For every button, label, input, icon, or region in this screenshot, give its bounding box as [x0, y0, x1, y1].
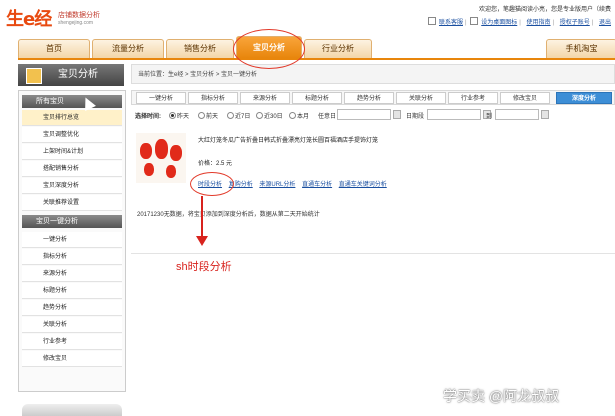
product-thumbnail[interactable]	[136, 133, 186, 183]
lantern-shape	[155, 139, 168, 159]
calendar-icon[interactable]	[541, 110, 549, 119]
site-logo[interactable]: 生e经 店铺数据分析 shengejing.com	[6, 3, 126, 33]
divider	[131, 253, 615, 254]
tab-one-click[interactable]: 一键分析	[136, 92, 186, 104]
sidebar-item-deep-analysis[interactable]: 宝贝深度分析	[22, 178, 122, 194]
arrow-down-icon	[196, 236, 208, 246]
sidebar-item-title[interactable]: 标题分析	[22, 283, 122, 299]
nav-tab-sales[interactable]: 销售分析	[166, 39, 234, 58]
radio-icon	[256, 112, 263, 119]
to-label: 到	[486, 114, 493, 120]
radio-7-days[interactable]: 近7日	[227, 111, 250, 120]
desktop-icon	[470, 17, 479, 25]
product-price: 价格：2.5 元	[198, 158, 232, 167]
calendar-icon[interactable]	[393, 110, 401, 119]
logo-url: shengejing.com	[58, 20, 94, 26]
date-range-label: 日期段	[406, 114, 425, 120]
annotation-arrow	[201, 196, 203, 238]
ztc-keyword-analysis-link[interactable]: 直通车关键词分析	[339, 182, 387, 188]
sidebar-item-edit-product[interactable]: 修改宝贝	[22, 351, 122, 367]
sidebar-item-one-click[interactable]: 一键分析	[22, 232, 122, 248]
radio-label: 本月	[297, 114, 310, 120]
date-from-input[interactable]	[427, 109, 481, 120]
sidebar-title: 宝贝分析	[58, 69, 98, 80]
price-label: 价格：	[198, 161, 217, 167]
nav-tab-industry[interactable]: 行业分析	[304, 39, 372, 58]
sidebar-item-recommend-settings[interactable]: 关联推荐设置	[22, 195, 122, 211]
radio-30-days[interactable]: 近30日	[256, 111, 283, 120]
analysis-tabs: 一键分析 指标分析 来源分析 标题分析 趋势分析 关联分析 行业参考 修改宝贝 …	[131, 90, 615, 105]
tab-industry-ref[interactable]: 行业参考	[448, 92, 498, 104]
annotation-circle	[233, 29, 305, 69]
time-filter-label: 选择时间:	[135, 114, 161, 120]
annotation-circle	[190, 172, 234, 196]
nav-tab-traffic[interactable]: 流量分析	[92, 39, 164, 58]
tab-source[interactable]: 来源分析	[240, 92, 290, 104]
sidebar-section-all-products[interactable]: 所有宝贝	[22, 95, 122, 108]
logout-link[interactable]: 退出	[599, 20, 611, 26]
logo-subtitle: 店铺数据分析	[58, 12, 100, 19]
nav-tab-home[interactable]: 首页	[18, 39, 90, 58]
radio-yesterday[interactable]: 昨天	[169, 111, 189, 120]
tab-trend[interactable]: 趋势分析	[344, 92, 394, 104]
tab-edit-product[interactable]: 修改宝贝	[500, 92, 550, 104]
nav-tab-mobile-taobao[interactable]: 手机淘宝	[546, 39, 615, 58]
sidebar-section-one-click[interactable]: 宝贝一键分析	[22, 215, 122, 228]
any-day-input[interactable]	[337, 109, 391, 120]
radio-label: 近7日	[235, 114, 251, 120]
sub-account-link[interactable]: 授权子账号	[560, 20, 590, 26]
contact-service-link[interactable]: 联系客服	[439, 20, 463, 26]
sidebar-item-optimize[interactable]: 宝贝调整优化	[22, 127, 122, 143]
product-icon	[26, 68, 42, 84]
top-links: 联系客服 | 设为桌面图标 | 使用指南 | 授权子账号 | 退出	[427, 17, 611, 26]
watermark: 学买卖 @阿龙叔叔	[443, 388, 560, 404]
sidebar-item-bundle-sales[interactable]: 搭配销售分析	[22, 161, 122, 177]
radio-label: 昨天	[177, 114, 190, 120]
tab-related[interactable]: 关联分析	[396, 92, 446, 104]
sidebar-item-industry-ref[interactable]: 行业参考	[22, 334, 122, 350]
radio-selected-icon	[169, 112, 176, 119]
desktop-shortcut-link[interactable]: 设为桌面图标	[481, 20, 517, 26]
sidebar-item-ranking-overview[interactable]: 宝贝排行总览	[22, 110, 122, 126]
radio-label: 前天	[206, 114, 219, 120]
service-icon	[427, 17, 436, 25]
sidebar-header: 宝贝分析	[18, 64, 124, 86]
radio-icon	[227, 112, 234, 119]
tab-title[interactable]: 标题分析	[292, 92, 342, 104]
sidebar-item-listing-time[interactable]: 上架时间&计划	[22, 144, 122, 160]
source-url-analysis-link[interactable]: 来源URL分析	[259, 182, 295, 188]
welcome-text: 欢迎您，笔趣猫阅读小亮，您是专业版用户（续费	[478, 7, 611, 13]
time-filter-bar: 选择时间: 昨天 前天 近7日 近30日 本月 任意日 日期段 到	[131, 108, 615, 123]
radio-day-before[interactable]: 前天	[198, 111, 218, 120]
tab-deep-analysis[interactable]: 深度分析	[556, 92, 612, 104]
radio-icon	[289, 112, 296, 119]
sidebar-item-source[interactable]: 来源分析	[22, 266, 122, 282]
tab-metrics[interactable]: 指标分析	[188, 92, 238, 104]
logo-mark: 生e经	[6, 9, 52, 30]
lantern-shape	[140, 143, 152, 159]
radio-this-month[interactable]: 本月	[289, 111, 309, 120]
partial-widget	[22, 404, 122, 416]
product-title[interactable]: 大红灯笼冬瓜广告折叠日韩式折叠漂亮灯笼长圆百福酒店手提饰灯笼	[198, 135, 378, 144]
sidebar-item-trend[interactable]: 趋势分析	[22, 300, 122, 316]
lantern-shape	[170, 145, 182, 161]
no-data-note: 20171230无数据，将宝贝添加到深度分析后，数据从第二天开始统计	[137, 212, 320, 218]
annotation-text: sh时段分析	[176, 261, 232, 273]
radio-label: 近30日	[264, 114, 283, 120]
price-value: 2.5 元	[216, 161, 233, 167]
lantern-shape	[166, 165, 176, 178]
sidebar-item-related[interactable]: 关联分析	[22, 317, 122, 333]
user-guide-link[interactable]: 使用指南	[526, 20, 550, 26]
radio-icon	[198, 112, 205, 119]
any-day-label: 任意日	[318, 114, 337, 120]
breadcrumb: 当前位置：生e经 > 宝贝分析 > 宝贝一键分析	[131, 64, 615, 84]
sidebar-item-metrics[interactable]: 指标分析	[22, 249, 122, 265]
sidebar: 所有宝贝 宝贝排行总览 宝贝调整优化 上架时间&计划 搭配销售分析 宝贝深度分析…	[18, 90, 126, 392]
date-to-input[interactable]	[495, 109, 539, 120]
main-nav: 首页 流量分析 销售分析 宝贝分析 行业分析 手机淘宝	[18, 36, 615, 60]
lantern-shape	[144, 163, 154, 176]
ztc-analysis-link[interactable]: 直通车分析	[302, 182, 332, 188]
